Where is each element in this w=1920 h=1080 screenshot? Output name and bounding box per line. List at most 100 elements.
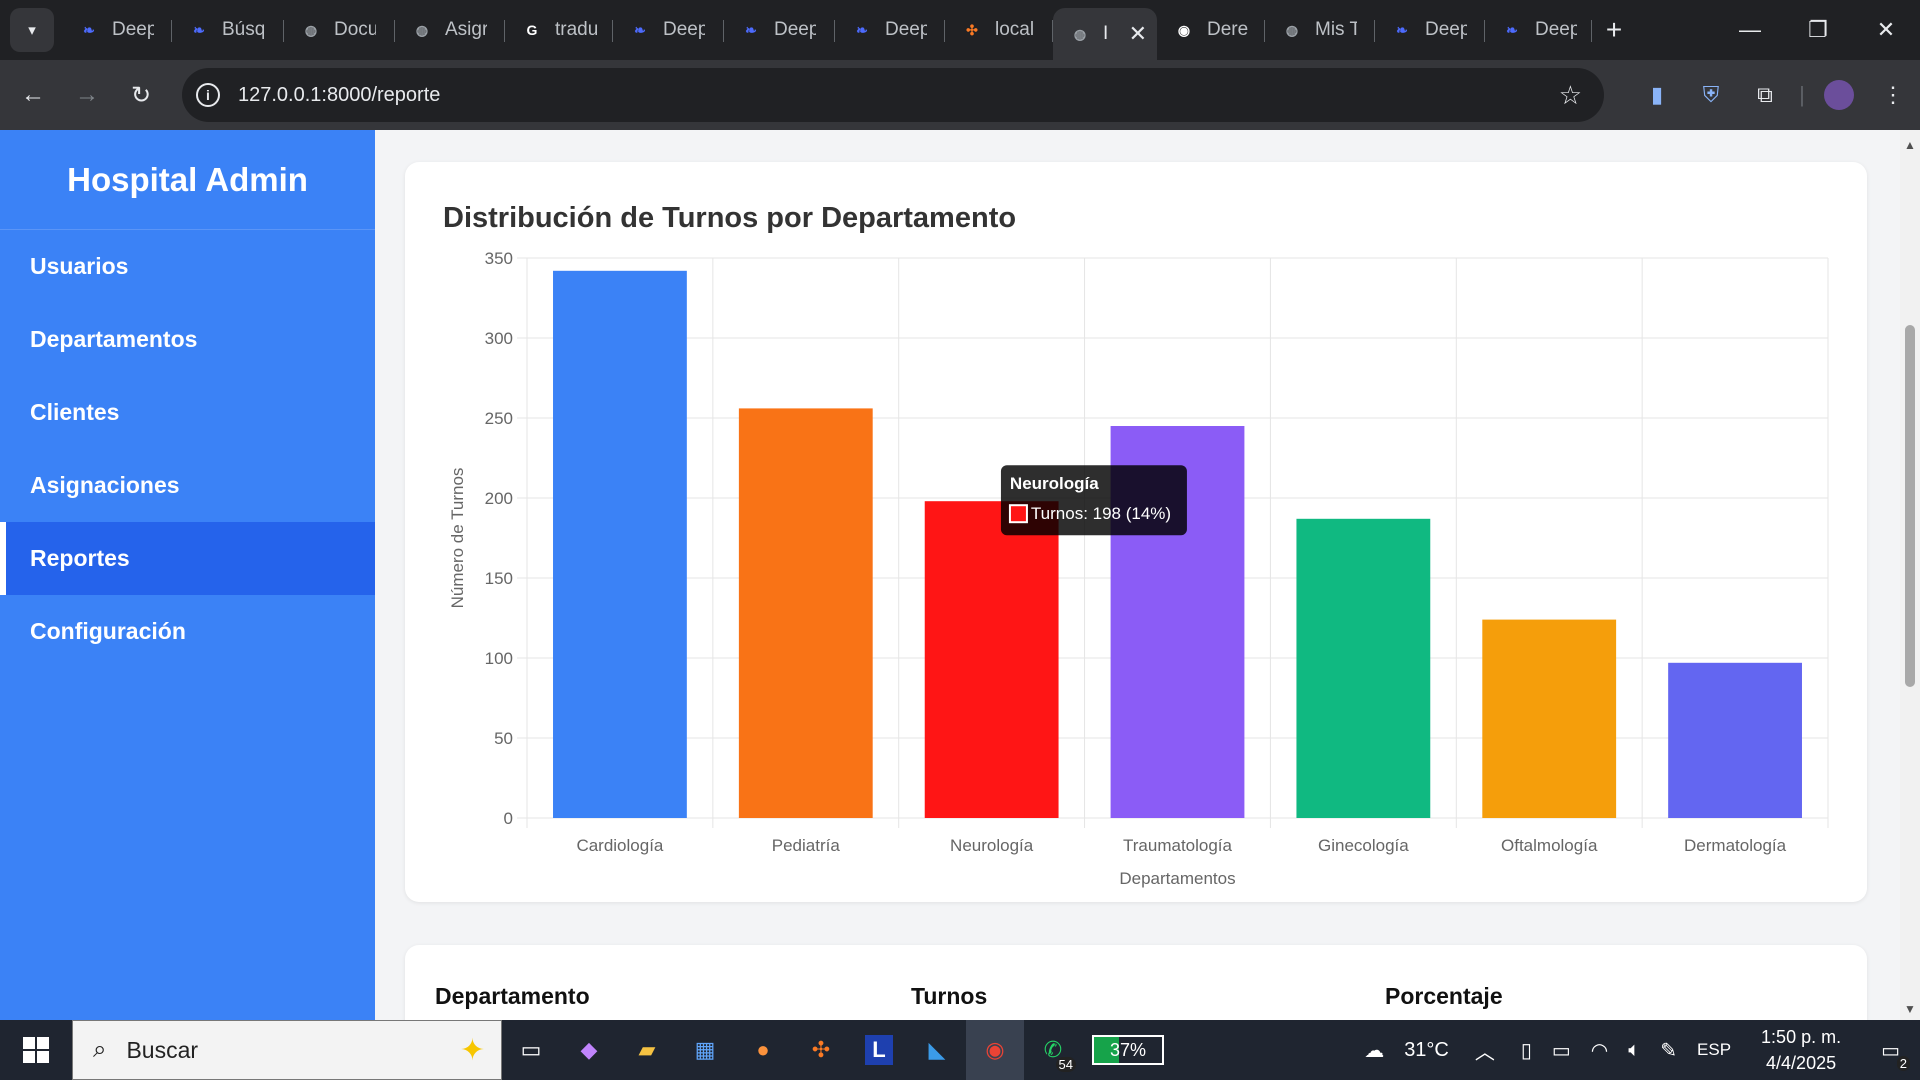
tab-title: I [1103,23,1109,44]
volume-icon[interactable]: 🔈︎ [1618,1039,1650,1062]
tab-title: Deep [663,19,705,40]
clock[interactable]: 1:50 p. m. 4/4/2025 [1741,1024,1861,1076]
bar-oftalmología [1482,619,1617,818]
tab-2[interactable]: ◍ Docu [284,0,395,60]
table-header-turnos: Turnos [911,983,988,1009]
sidebar-item-asignaciones[interactable]: Asignaciones [0,449,375,522]
bar-dermatología [1668,662,1802,818]
sidebar-brand: Hospital Admin [0,130,375,230]
extension-shield-icon[interactable]: ⛨ [1684,68,1738,122]
battery-tray-icon[interactable]: ▭ [1542,1038,1581,1063]
scroll-down-icon[interactable]: ▼ [1904,1002,1916,1016]
temperature[interactable]: 31°C [1394,1039,1459,1062]
site-info-icon[interactable]: i [196,83,220,107]
file-explorer-icon[interactable]: ▰ [618,1020,676,1080]
scrollbar-thumb[interactable] [1905,325,1915,687]
microsoft-store-icon[interactable]: ▦ [676,1020,734,1080]
deepseek-whale-icon: ❧ [83,21,95,38]
device-icon[interactable]: ▯ [1511,1038,1542,1063]
battery-indicator[interactable]: 37% [1092,1035,1164,1065]
deepseek-whale-icon: ❧ [193,21,205,38]
tooltip-text: Turnos: 198 (14%) [1031,504,1171,523]
task-view-icon[interactable]: ▭ [502,1020,560,1080]
tab-12[interactable]: ❧ Deep [1375,0,1485,60]
tooltip-swatch [1008,504,1028,524]
tray-chevron-icon[interactable]: ︿ [1459,1036,1511,1065]
tab-1[interactable]: ❧ Búsq [172,0,284,60]
tab-13[interactable]: ❧ Deep [1485,0,1592,60]
windows-start-icon[interactable] [0,1020,72,1080]
sidebar-item-reportes[interactable]: Reportes [0,522,375,595]
weather-icon[interactable]: ☁ [1354,1038,1394,1063]
taskbar-search[interactable]: ⌕ Buscar ✦ [72,1020,502,1080]
y-tick-label: 300 [485,329,513,348]
firefox-icon[interactable]: ● [734,1020,792,1080]
y-tick-label: 150 [485,569,513,588]
address-bar[interactable]: i 127.0.0.1:8000/reporte ☆ [182,68,1604,122]
tab-3[interactable]: ◍ Asigr [395,0,505,60]
reload-icon[interactable]: ↻ [114,68,168,122]
github-icon: ◉ [1177,21,1191,38]
tab-11[interactable]: ◍ Mis T [1265,0,1375,60]
browser-menu-icon[interactable]: ⋮ [1866,68,1920,122]
tab-search-button[interactable]: ▾ [10,8,54,52]
profile-avatar[interactable] [1812,68,1866,122]
tab-title: tradu [555,19,597,40]
extensions-puzzle-icon[interactable]: ⧉ [1738,68,1792,122]
deepseek-whale-icon: ❧ [856,21,868,38]
y-tick-label: 100 [485,649,513,668]
globe-icon: ◍ [1285,21,1299,38]
tab-10[interactable]: ◉ Dere [1157,0,1265,60]
sidebar-item-clientes[interactable]: Clientes [0,376,375,449]
search-icon: ⌕ [93,1036,107,1063]
xampp-icon: ✣ [966,21,978,38]
scroll-up-icon[interactable]: ▲ [1904,138,1916,152]
forward-icon[interactable]: → [60,68,114,122]
chrome-icon[interactable]: ◉ [966,1020,1024,1080]
tab-8[interactable]: ✣ local [945,0,1053,60]
xampp-icon[interactable]: ✣ [792,1020,850,1080]
tab-4[interactable]: Gtradu [505,0,613,60]
copilot-icon[interactable]: ◆ [560,1020,618,1080]
tab-title: Deep [1535,19,1577,40]
browser-tab-bar: ▾ ❧ Deep ❧ Búsq ◍ Docu ◍ Asigr Gtradu ❧ Deep ❧ Deep ❧… [0,0,1920,60]
deepseek-whale-icon: ❧ [634,21,646,38]
windows-taskbar: ⌕ Buscar ✦ ▭ ◆ ▰ ▦ ● ✣ L ◣ ◉ ✆ 54 37% ☁ 3… [0,1020,1920,1080]
vscode-icon[interactable]: ◣ [908,1020,966,1080]
minimize-icon[interactable]: — [1716,0,1784,60]
bookmark-star-icon[interactable]: ☆ [1559,80,1582,111]
sidebar-item-usuarios[interactable]: Usuarios [0,230,375,303]
close-tab-icon[interactable]: ✕ [1129,21,1147,47]
wifi-icon[interactable]: ◠ [1581,1038,1618,1063]
notifications-icon[interactable]: ▭ 2 [1861,1038,1920,1071]
extension-doc-icon[interactable]: ▮ [1630,68,1684,122]
y-tick-label: 250 [485,409,513,428]
chart-card: Distribución de Turnos por Departamento … [405,162,1867,902]
tab-title: Deep [112,19,154,40]
restore-icon[interactable]: ❐ [1784,0,1852,60]
y-tick-label: 50 [494,729,513,748]
close-window-icon[interactable]: ✕ [1852,0,1920,60]
sidebar-item-departamentos[interactable]: Departamentos [0,303,375,376]
bar-chart: 0 50 100 150 200 250 300 350 Cardiología Pediatrí… [448,249,1829,888]
tab-0[interactable]: ❧ Deep [62,0,172,60]
page-scrollbar[interactable]: ▲ ▼ [1900,130,1920,1020]
tab-7[interactable]: ❧ Deep [835,0,945,60]
l-app-icon[interactable]: L [850,1020,908,1080]
sidebar-item-configuracion[interactable]: Configuración [0,595,375,668]
whatsapp-icon[interactable]: ✆ 54 [1024,1020,1082,1080]
new-tab-button[interactable]: + [1592,14,1636,46]
deepseek-whale-icon: ❧ [1506,21,1518,38]
back-icon[interactable]: ← [6,68,60,122]
tab-9[interactable]: ◍ I ✕ [1053,8,1157,60]
tab-6[interactable]: ❧ Deep [724,0,835,60]
tab-5[interactable]: ❧ Deep [613,0,724,60]
pen-icon[interactable]: ✎ [1650,1038,1687,1063]
tab-title: local [995,19,1035,40]
tab-title: Asigr [445,19,487,40]
x-tick-label: Neurología [950,836,1034,855]
browser-toolbar: ← → ↻ i 127.0.0.1:8000/reporte ☆ ▮ ⛨ ⧉ |… [0,60,1920,130]
table-header-departamento: Departamento [435,983,590,1009]
language-indicator[interactable]: ESP [1687,1040,1741,1060]
url-text[interactable]: 127.0.0.1:8000/reporte [238,84,440,107]
